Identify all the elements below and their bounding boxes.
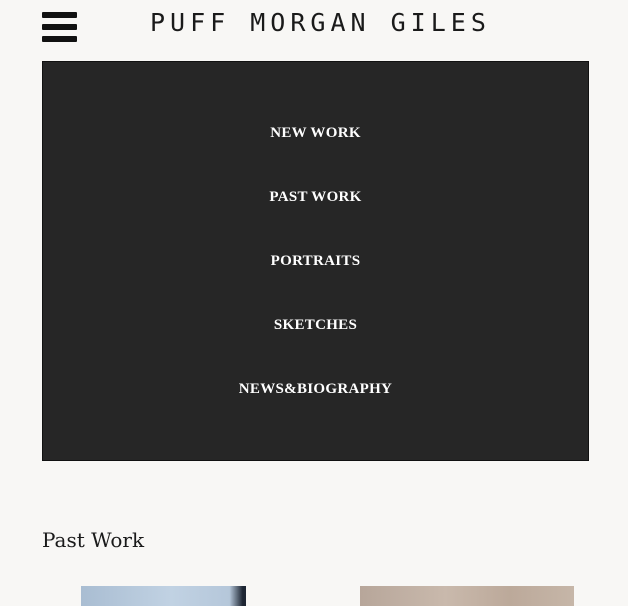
menu-item-new-work: NEW WORK xyxy=(43,122,588,186)
artwork-thumbnail[interactable] xyxy=(81,586,246,606)
site-title[interactable]: PUFF MORGAN GILES xyxy=(150,8,491,37)
menu-item-portraits: PORTRAITS xyxy=(43,250,588,314)
menu-link-new-work[interactable]: NEW WORK xyxy=(270,122,361,144)
hamburger-bar xyxy=(42,12,77,18)
artwork-thumbnail[interactable] xyxy=(360,586,574,606)
menu-link-past-work[interactable]: PAST WORK xyxy=(269,186,361,208)
menu-link-news-biography[interactable]: NEWS&BIOGRAPHY xyxy=(239,378,392,400)
section-title: Past Work xyxy=(42,528,145,552)
menu-item-past-work: PAST WORK xyxy=(43,186,588,250)
menu-item-sketches: SKETCHES xyxy=(43,314,588,378)
menu-link-sketches[interactable]: SKETCHES xyxy=(274,314,357,336)
navigation-menu-panel: NEW WORK PAST WORK PORTRAITS SKETCHES NE… xyxy=(42,61,589,461)
page: PUFF MORGAN GILES NEW WORK PAST WORK POR… xyxy=(0,0,628,606)
hamburger-bar xyxy=(42,24,77,30)
hamburger-menu-icon[interactable] xyxy=(42,12,77,42)
navigation-menu-list: NEW WORK PAST WORK PORTRAITS SKETCHES NE… xyxy=(43,122,588,442)
menu-link-portraits[interactable]: PORTRAITS xyxy=(271,250,361,272)
menu-item-news-biography: NEWS&BIOGRAPHY xyxy=(43,378,588,442)
hamburger-bar xyxy=(42,36,77,42)
